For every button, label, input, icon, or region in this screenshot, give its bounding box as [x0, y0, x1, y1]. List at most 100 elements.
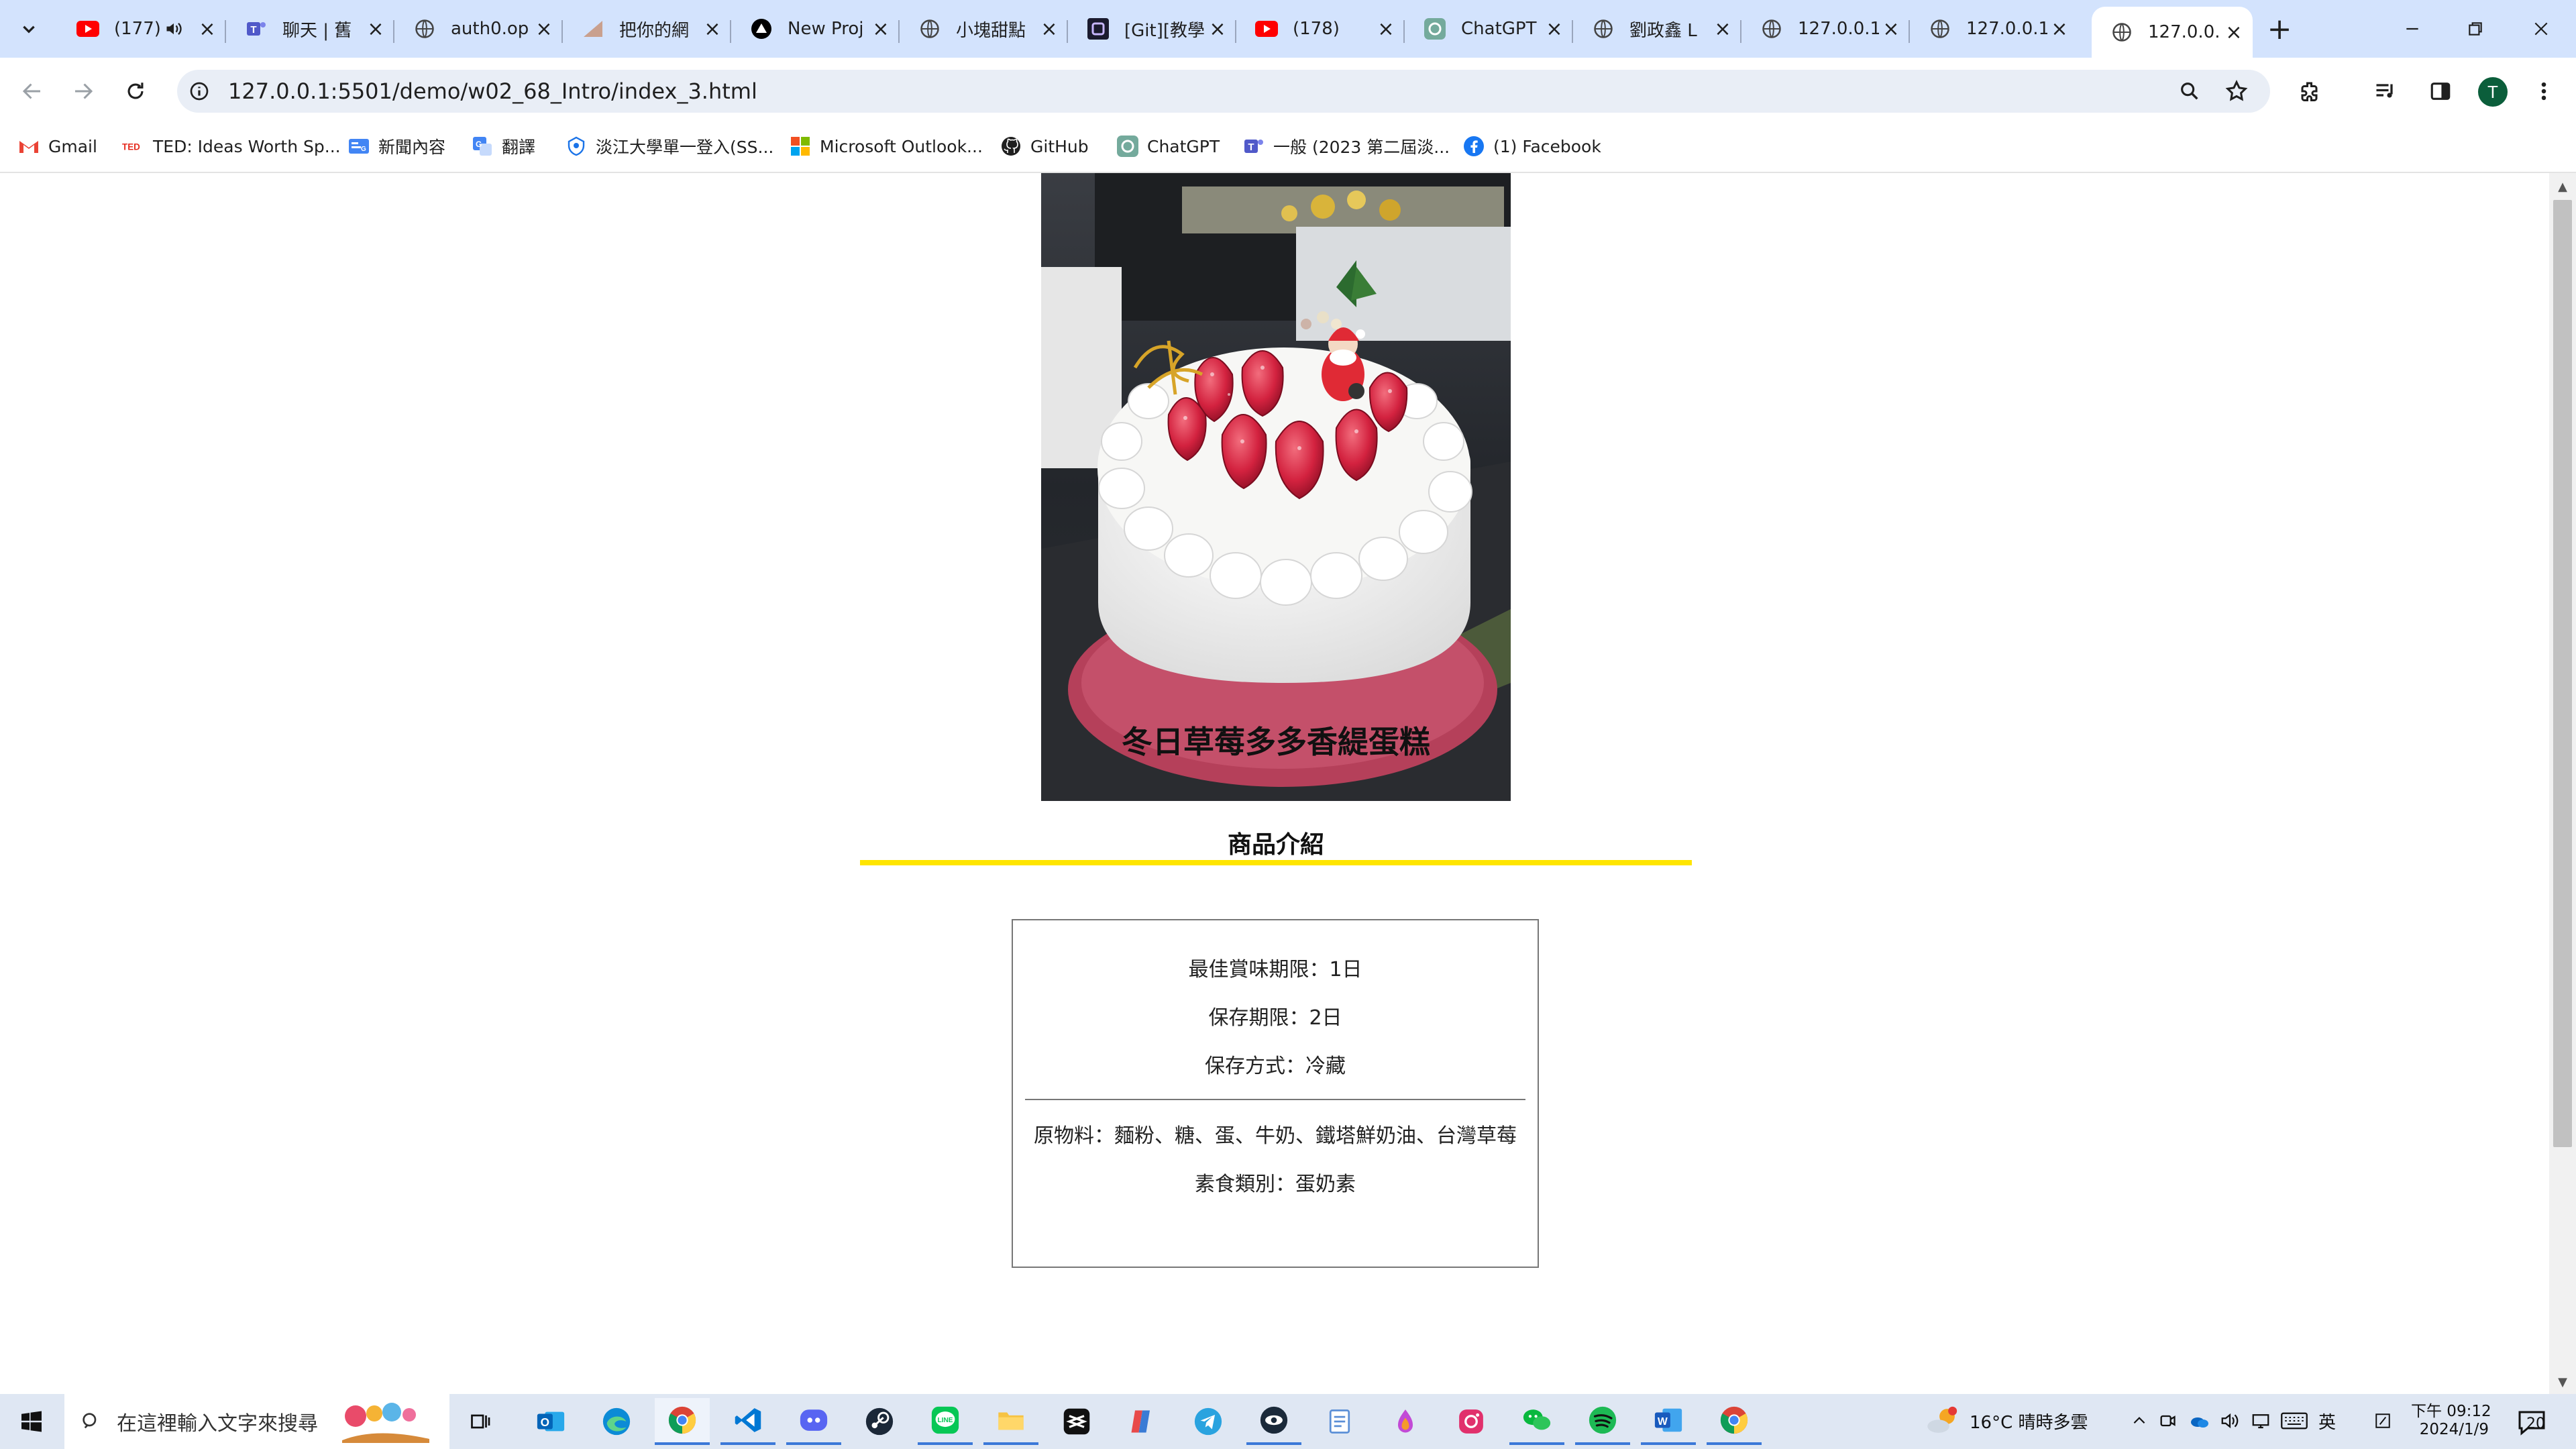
github-icon [1000, 135, 1022, 158]
clock-date[interactable]: 2024/1/9 [2411, 1421, 2489, 1438]
keyboard-icon[interactable] [2278, 1407, 2310, 1434]
search-icon [83, 1413, 97, 1429]
task-view-icon[interactable] [453, 1398, 508, 1445]
close-icon[interactable]: × [1711, 17, 1735, 41]
avatar[interactable]: T [2478, 77, 2508, 107]
back-button[interactable] [15, 74, 50, 109]
weather-icon[interactable] [1923, 1402, 1963, 1440]
ime-mode-icon[interactable] [2369, 1407, 2396, 1434]
close-window-button[interactable] [2506, 0, 2576, 58]
outlook-icon[interactable]: O [523, 1398, 578, 1445]
microsoft-icon [789, 135, 812, 158]
chrome-icon[interactable] [655, 1398, 710, 1445]
app-icon[interactable] [1246, 1398, 1301, 1445]
close-icon[interactable]: × [1037, 17, 1061, 41]
network-icon[interactable] [2247, 1407, 2274, 1434]
tab-dessert[interactable]: 小塊甜點 × [900, 9, 1068, 48]
onedrive-icon[interactable] [2186, 1407, 2212, 1434]
bookmark-google-news[interactable]: G 新聞內容 [347, 131, 445, 161]
bookmark-translate[interactable]: G 翻譯 [471, 131, 535, 161]
tray-chevron-up-icon[interactable] [2128, 1407, 2151, 1434]
telegram-icon[interactable] [1181, 1398, 1236, 1445]
discord-icon[interactable] [786, 1398, 841, 1445]
file-explorer-icon[interactable] [983, 1398, 1038, 1445]
bookmark-gmail[interactable]: Gmail [17, 131, 97, 161]
close-icon[interactable]: × [364, 17, 388, 41]
steam-icon[interactable] [852, 1398, 907, 1445]
tab-localhost-1[interactable]: 127.0.0.1 × [1741, 9, 1910, 48]
bookmark-label: ChatGPT [1147, 136, 1220, 156]
minimize-button[interactable] [2377, 0, 2447, 58]
teams-icon: T [1242, 135, 1265, 158]
reload-button[interactable] [118, 74, 153, 109]
close-icon[interactable]: × [1542, 17, 1566, 41]
close-icon[interactable]: × [1205, 17, 1230, 41]
notepad-icon[interactable] [1312, 1398, 1367, 1445]
meet-now-icon[interactable] [2156, 1407, 2179, 1434]
close-icon[interactable]: × [2047, 17, 2072, 41]
bookmark-tku[interactable]: 淡江大學單一登入(SS... [565, 131, 773, 161]
bookmark-chatgpt[interactable]: ChatGPT [1116, 131, 1220, 161]
side-panel-icon[interactable] [2423, 74, 2458, 109]
more-menu-icon[interactable] [2526, 74, 2561, 109]
restore-button[interactable] [2440, 0, 2510, 58]
instagram-icon[interactable] [1444, 1398, 1499, 1445]
bookmark-github[interactable]: GitHub [1000, 131, 1089, 161]
start-button[interactable] [0, 1394, 63, 1449]
app-icon[interactable] [1115, 1398, 1170, 1445]
site-info-icon[interactable] [185, 77, 213, 105]
tab-teams[interactable]: T 聊天 | 舊 × [226, 9, 394, 48]
tab-auth0[interactable]: auth0.op × [394, 9, 563, 48]
edge-icon[interactable] [589, 1398, 644, 1445]
bookmark-teams[interactable]: T 一般 (2023 第二屆淡... [1242, 131, 1450, 161]
capcut-icon[interactable] [1049, 1398, 1104, 1445]
spotify-icon[interactable] [1575, 1398, 1630, 1445]
close-icon[interactable]: × [532, 17, 556, 41]
scrollbar-thumb[interactable] [2553, 200, 2572, 1147]
forward-button[interactable] [66, 74, 101, 109]
taskbar-search-box[interactable]: 在這裡輸入文字來搜尋 [64, 1394, 449, 1449]
speaker-icon[interactable] [162, 17, 186, 41]
bookmark-facebook[interactable]: (1) Facebook [1462, 131, 1601, 161]
tab-chatgpt[interactable]: ChatGPT × [1405, 9, 1573, 48]
app-icon[interactable] [1378, 1398, 1433, 1445]
close-icon[interactable]: × [1879, 17, 1903, 41]
tab-liu[interactable]: 劉政鑫 L × [1573, 9, 1741, 48]
weather-text[interactable]: 16°C 晴時多雲 [1970, 1409, 2088, 1434]
star-icon[interactable] [2219, 74, 2254, 109]
clock-time[interactable]: 下午 09:12 [2411, 1398, 2491, 1421]
close-icon[interactable]: × [2222, 20, 2246, 44]
word-icon[interactable]: W [1641, 1398, 1696, 1445]
bookmark-label: (1) Facebook [1493, 136, 1601, 156]
vscode-icon[interactable] [720, 1398, 775, 1445]
new-tab-button[interactable]: + [2265, 15, 2294, 44]
close-icon[interactable]: × [869, 17, 893, 41]
bookmark-outlook[interactable]: Microsoft Outlook... [789, 131, 983, 161]
media-control-icon[interactable] [2368, 74, 2403, 109]
volume-icon[interactable] [2216, 1407, 2243, 1434]
tab-search-button[interactable] [9, 13, 48, 46]
tab-youtube-2[interactable]: (178) × [1236, 9, 1405, 48]
tab-netlify[interactable]: 把你的網 × [563, 9, 731, 48]
scroll-up-arrow-icon[interactable]: ▲ [2553, 177, 2572, 196]
ime-indicator[interactable]: 英 [2318, 1409, 2336, 1434]
line-icon[interactable]: LINE [918, 1398, 973, 1445]
tab-localhost-2[interactable]: 127.0.0.1 × [1910, 9, 2078, 48]
tab-vercel[interactable]: New Proj × [731, 9, 900, 48]
notification-count: 20 [2526, 1415, 2545, 1432]
tab-localhost-active[interactable]: 127.0.0.1 × [2092, 7, 2253, 58]
close-icon[interactable]: × [195, 17, 219, 41]
chrome-icon[interactable] [1707, 1398, 1762, 1445]
tab-youtube-1[interactable]: (177) × [58, 9, 226, 48]
notification-center-button[interactable]: 20 [2513, 1403, 2553, 1441]
extensions-icon[interactable] [2293, 74, 2328, 109]
close-icon[interactable]: × [1374, 17, 1398, 41]
zoom-icon[interactable] [2172, 74, 2207, 109]
scroll-down-arrow-icon[interactable]: ▼ [2553, 1373, 2572, 1391]
tab-git[interactable]: [Git][教學 × [1068, 9, 1236, 48]
close-icon[interactable]: × [700, 17, 724, 41]
tab-title: 127.0.0.1 [1966, 19, 2047, 39]
wechat-icon[interactable] [1509, 1398, 1564, 1445]
bookmark-ted[interactable]: TED TED: Ideas Worth Sp... [122, 131, 341, 161]
url-text[interactable]: 127.0.0.1:5501/demo/w02_68_Intro/index_3… [228, 76, 757, 107]
